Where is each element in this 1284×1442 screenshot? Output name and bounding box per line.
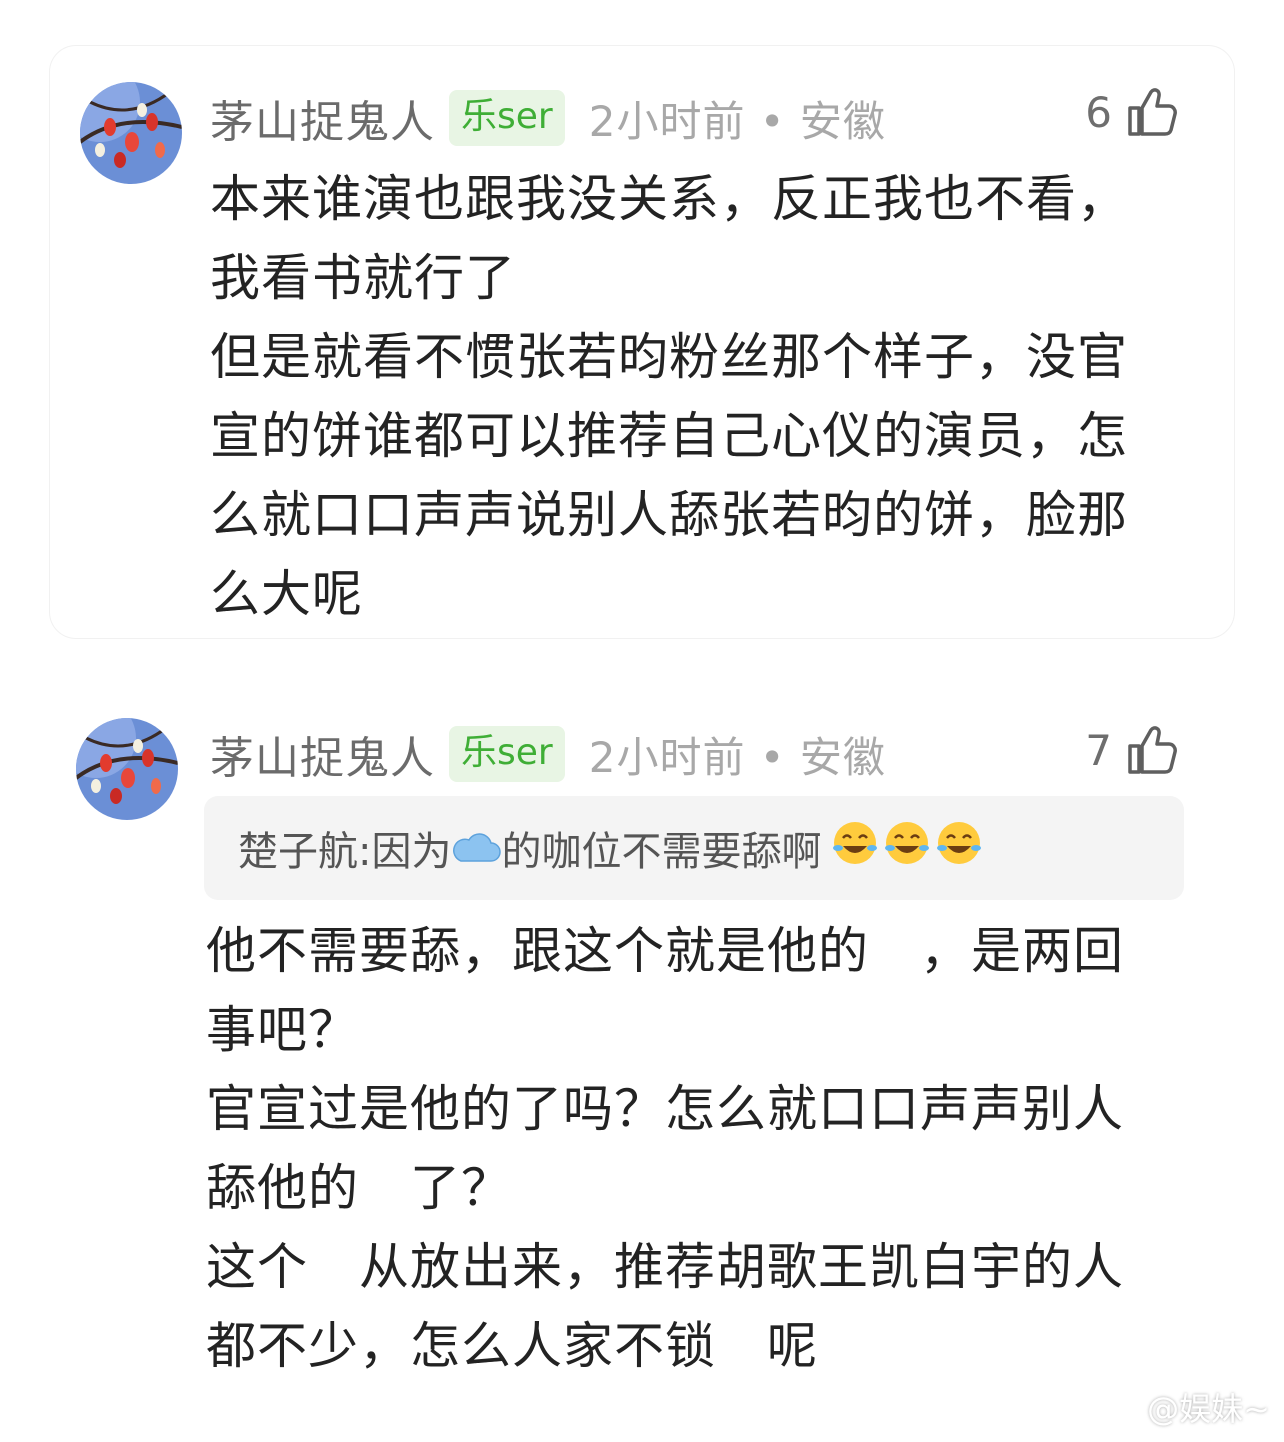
comment-meta: 2小时前 • 安徽 <box>588 732 886 782</box>
watermark: @娱妹~ <box>1107 1384 1270 1430</box>
like-button[interactable]: 7 <box>1085 724 1178 776</box>
thumbs-up-icon <box>1128 726 1177 774</box>
quoted-reply[interactable]: 楚子航: 因为 的咖位不需要舔啊 <box>204 796 1184 900</box>
avatar[interactable] <box>76 718 178 820</box>
avatar[interactable] <box>80 82 182 184</box>
quote-text-before: 因为 <box>371 829 452 875</box>
like-button[interactable]: 6 <box>1085 86 1178 138</box>
comment-header: 茅山捉鬼人 乐ser 2小时前 • 安徽 <box>210 722 886 786</box>
comment-text: 他不需要舔，跟这个就是他的 ，是两回 事吧？ 官宣过是他的了吗？怎么就口口声声别… <box>206 922 1124 1375</box>
comment-meta: 2小时前 • 安徽 <box>588 96 886 146</box>
cloud-emoji-icon <box>453 833 502 862</box>
quote-author[interactable]: 楚子航: <box>238 819 371 877</box>
quote-text-after: 的咖位不需要舔啊 <box>501 829 822 875</box>
thumbs-up-icon <box>1128 88 1177 136</box>
username[interactable]: 茅山捉鬼人 <box>210 86 435 150</box>
user-badge: 乐ser <box>449 90 565 146</box>
weibo-logo-icon <box>1107 1395 1145 1423</box>
comment-card: 茅山捉鬼人 乐ser 2小时前 • 安徽 7 楚子航: 因为 的咖位不需要舔啊 <box>50 700 1234 1400</box>
comment-card: 茅山捉鬼人 乐ser 2小时前 • 安徽 6 本来谁演也跟我没关系，反正我也不看… <box>50 46 1234 638</box>
watermark-text: @娱妹~ <box>1147 1390 1270 1428</box>
like-count: 6 <box>1085 87 1112 137</box>
username[interactable]: 茅山捉鬼人 <box>210 722 435 786</box>
comment-header: 茅山捉鬼人 乐ser 2小时前 • 安徽 <box>210 86 886 150</box>
comment-text: 本来谁演也跟我没关系，反正我也不看， 我看书就行了 但是就看不惯张若昀粉丝那个样… <box>210 170 1128 623</box>
laughing-tears-emoji-icon <box>831 818 982 878</box>
like-count: 7 <box>1085 725 1112 775</box>
user-badge: 乐ser <box>449 726 565 782</box>
